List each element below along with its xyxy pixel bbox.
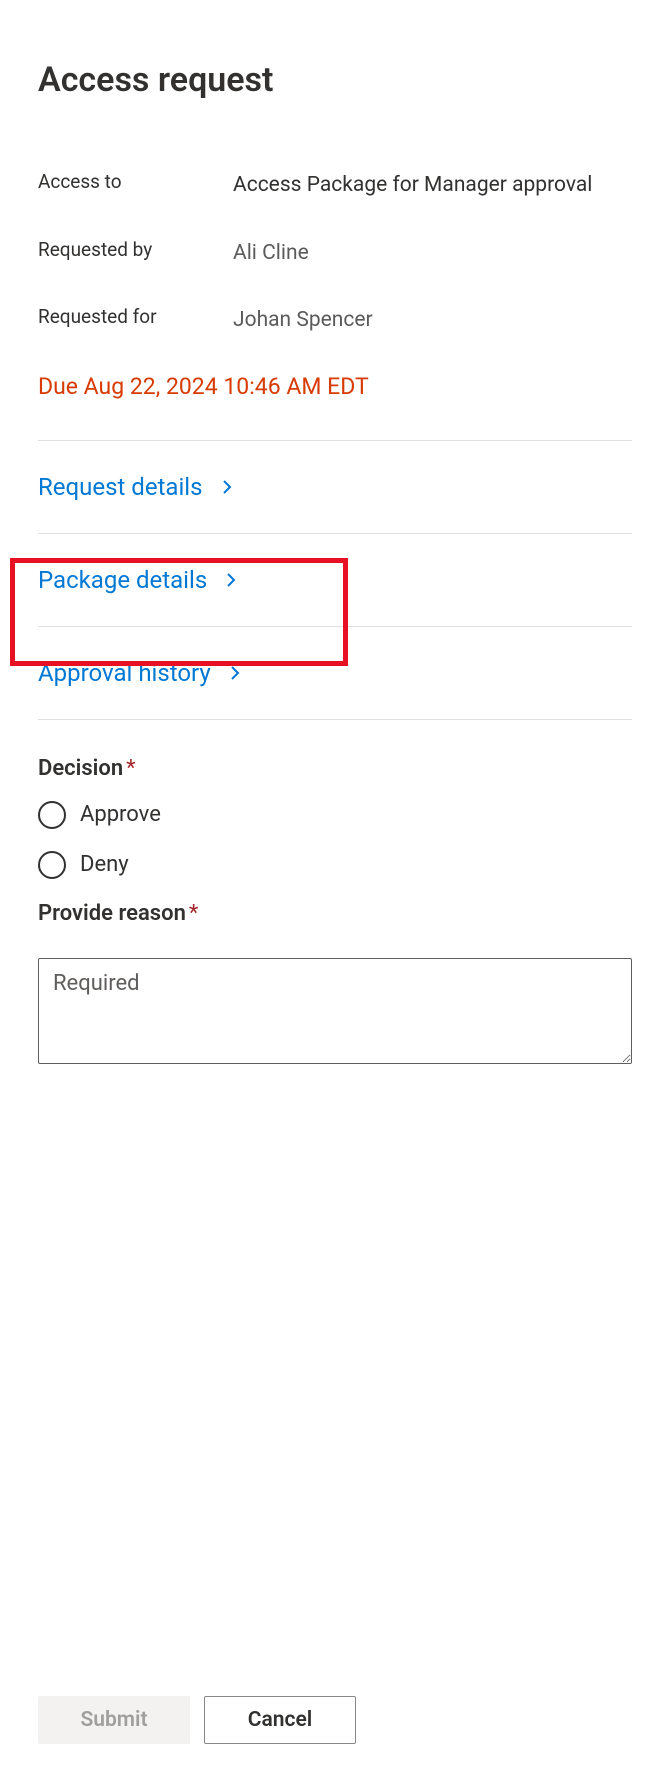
info-row-requested-for: Requested for Johan Spencer (38, 305, 632, 337)
radio-approve-label: Approve (80, 802, 161, 827)
decision-label: Decision* (38, 756, 632, 781)
requested-by-value: Ali Cline (233, 238, 632, 270)
requested-by-label: Requested by (38, 238, 233, 261)
request-details-row[interactable]: Request details (38, 440, 632, 534)
package-details-label: Package details (38, 566, 207, 594)
cancel-button[interactable]: Cancel (204, 1696, 356, 1744)
info-section: Access to Access Package for Manager app… (38, 170, 632, 337)
info-row-requested-by: Requested by Ali Cline (38, 238, 632, 270)
chevron-right-icon (223, 572, 239, 588)
requested-for-label: Requested for (38, 305, 233, 328)
required-asterisk: * (189, 901, 198, 926)
chevron-right-icon (219, 479, 235, 495)
decision-section: Decision* Approve Deny (38, 756, 632, 879)
reason-textarea[interactable] (38, 958, 632, 1064)
reason-label-text: Provide reason (38, 901, 186, 926)
radio-circle-icon (38, 801, 66, 829)
submit-button[interactable]: Submit (38, 1696, 190, 1744)
radio-approve[interactable]: Approve (38, 801, 632, 829)
radio-deny-label: Deny (80, 852, 129, 877)
access-to-value: Access Package for Manager approval (233, 170, 632, 202)
page-title: Access request (38, 60, 632, 100)
approval-history-label: Approval history (38, 659, 211, 687)
radio-circle-icon (38, 851, 66, 879)
package-details-row[interactable]: Package details (38, 534, 632, 627)
due-text: Due Aug 22, 2024 10:46 AM EDT (38, 373, 632, 400)
request-details-label: Request details (38, 473, 203, 501)
approval-history-row[interactable]: Approval history (38, 627, 632, 720)
requested-for-value: Johan Spencer (233, 305, 632, 337)
radio-deny[interactable]: Deny (38, 851, 632, 879)
reason-label: Provide reason* (38, 901, 632, 926)
reason-section: Provide reason* (38, 901, 632, 1068)
chevron-right-icon (227, 665, 243, 681)
footer-buttons: Submit Cancel (38, 1696, 356, 1744)
required-asterisk: * (126, 756, 135, 781)
access-to-label: Access to (38, 170, 233, 193)
info-row-access-to: Access to Access Package for Manager app… (38, 170, 632, 202)
decision-label-text: Decision (38, 756, 123, 781)
